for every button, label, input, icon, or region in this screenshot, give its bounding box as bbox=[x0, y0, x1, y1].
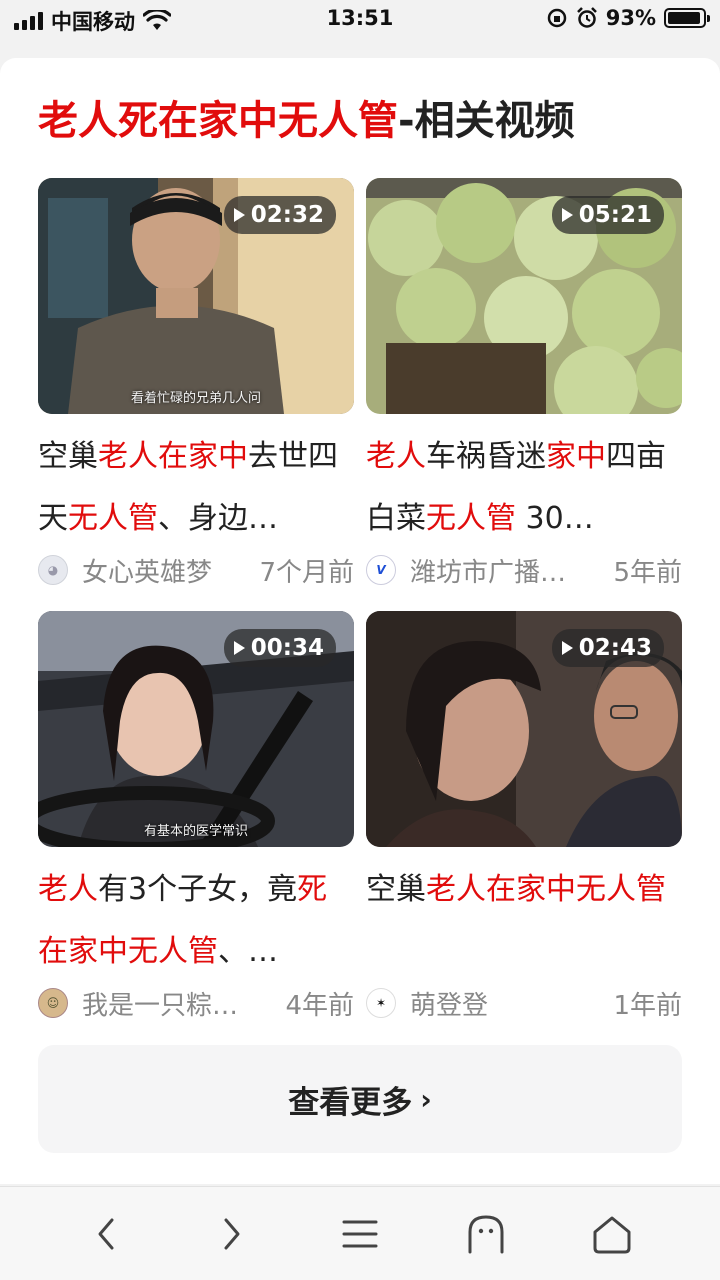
duration-badge: 02:32 bbox=[223, 196, 336, 234]
title-text: 、身边… bbox=[158, 501, 278, 536]
anime-avatar-icon[interactable]: ✶ bbox=[366, 988, 396, 1018]
duration-badge: 00:34 bbox=[223, 629, 336, 667]
title-keyword: 无人管 bbox=[426, 501, 516, 536]
title-text: 空巢 bbox=[38, 439, 98, 474]
ghost-tab-icon bbox=[468, 1215, 504, 1254]
status-right: 93% bbox=[546, 6, 710, 30]
battery-icon bbox=[664, 8, 710, 28]
title-keyword: 家中 bbox=[546, 439, 606, 474]
author-name[interactable]: 萌登登 bbox=[410, 985, 605, 1022]
title-text: 30… bbox=[516, 501, 594, 536]
v-logo-icon[interactable]: V bbox=[366, 555, 396, 585]
title-keyword: 老人 bbox=[38, 872, 98, 907]
rotation-lock-icon bbox=[547, 8, 566, 28]
video-thumbnail[interactable]: 02:43 bbox=[366, 611, 682, 847]
duration-badge: 02:43 bbox=[551, 629, 664, 667]
forward-button[interactable] bbox=[208, 1211, 256, 1257]
menu-button[interactable] bbox=[336, 1211, 384, 1257]
video-card[interactable]: 05:21 老人车祸昏迷家中四亩白菜无人管 30… V 潍坊市广播… 5年前 bbox=[366, 178, 682, 590]
video-title[interactable]: 老人车祸昏迷家中四亩白菜无人管 30… bbox=[366, 426, 682, 550]
publish-time: 1年前 bbox=[613, 990, 682, 1021]
video-subtitle: 看着忙碌的兄弟几人问 bbox=[130, 391, 261, 406]
cartoon-avatar-icon[interactable]: ☺ bbox=[38, 988, 68, 1018]
video-card[interactable]: 02:43 空巢老人在家中无人管 ✶ 萌登登 1年前 bbox=[366, 611, 682, 1023]
home-button[interactable] bbox=[588, 1211, 636, 1257]
title-text: 有3个子女，竟 bbox=[98, 872, 298, 907]
menu-icon bbox=[342, 1220, 378, 1248]
title-keyword: 无人管 bbox=[68, 501, 158, 536]
title-keyword: 老人 bbox=[366, 439, 426, 474]
section-title-rest: -相关视频 bbox=[398, 98, 575, 144]
video-title[interactable]: 老人有3个子女，竟死在家中无人管、… bbox=[38, 859, 354, 983]
section-title: 老人死在家中无人管-相关视频 bbox=[38, 96, 575, 146]
back-button[interactable] bbox=[82, 1211, 130, 1257]
publish-time: 5年前 bbox=[613, 557, 682, 588]
play-icon bbox=[561, 208, 573, 222]
title-text: 空巢 bbox=[366, 872, 426, 907]
related-videos-card: 老人死在家中无人管-相关视频 02:32 看着忙碌的兄弟几人问 空巢老人在家中去… bbox=[0, 58, 720, 1184]
video-subtitle: 有基本的医学常识 bbox=[143, 824, 248, 839]
publish-time: 4年前 bbox=[285, 990, 354, 1021]
chevron-right-icon: › bbox=[420, 1082, 432, 1116]
video-thumbnail[interactable]: 00:34 有基本的医学常识 bbox=[38, 611, 354, 847]
play-icon bbox=[233, 208, 245, 222]
play-icon bbox=[233, 641, 245, 655]
chevron-right-icon bbox=[224, 1218, 240, 1250]
browser-toolbar bbox=[0, 1186, 720, 1280]
chevron-left-icon bbox=[98, 1218, 114, 1250]
tabs-button[interactable] bbox=[462, 1211, 510, 1257]
view-more-label: 查看更多 bbox=[288, 1084, 413, 1121]
view-more-button[interactable]: 查看更多 › bbox=[38, 1045, 682, 1153]
video-title[interactable]: 空巢老人在家中无人管 bbox=[366, 859, 682, 983]
cartoon-face-icon[interactable]: ◕ bbox=[38, 555, 68, 585]
status-bar: 中国移动 13:51 93% bbox=[0, 0, 720, 40]
video-meta: ✶ 萌登登 1年前 bbox=[366, 983, 682, 1023]
video-thumbnail[interactable]: 05:21 bbox=[366, 178, 682, 414]
home-icon bbox=[593, 1216, 631, 1254]
video-meta: V 潍坊市广播… 5年前 bbox=[366, 550, 682, 590]
duration-badge: 05:21 bbox=[551, 196, 664, 234]
video-meta: ◕ 女心英雄梦 7个月前 bbox=[38, 550, 354, 590]
play-icon bbox=[561, 641, 573, 655]
title-keyword: 老人在家中无人管 bbox=[426, 872, 666, 907]
author-name[interactable]: 潍坊市广播… bbox=[410, 552, 605, 589]
publish-time: 7个月前 bbox=[259, 557, 354, 588]
battery-percent: 93% bbox=[605, 6, 656, 30]
video-meta: ☺ 我是一只粽… 4年前 bbox=[38, 983, 354, 1023]
author-name[interactable]: 女心英雄梦 bbox=[82, 552, 251, 589]
title-keyword: 老人在家中 bbox=[98, 439, 248, 474]
alarm-icon bbox=[576, 7, 597, 28]
video-title[interactable]: 空巢老人在家中去世四天无人管、身边… bbox=[38, 426, 354, 550]
video-card[interactable]: 02:32 看着忙碌的兄弟几人问 空巢老人在家中去世四天无人管、身边… ◕ 女心… bbox=[38, 178, 354, 590]
video-card[interactable]: 00:34 有基本的医学常识 老人有3个子女，竟死在家中无人管、… ☺ 我是一只… bbox=[38, 611, 354, 1023]
section-title-highlight: 老人死在家中无人管 bbox=[38, 98, 398, 144]
title-text: 、… bbox=[218, 934, 278, 969]
author-name[interactable]: 我是一只粽… bbox=[82, 985, 277, 1022]
video-thumbnail[interactable]: 02:32 看着忙碌的兄弟几人问 bbox=[38, 178, 354, 414]
title-text: 车祸昏迷 bbox=[426, 439, 546, 474]
